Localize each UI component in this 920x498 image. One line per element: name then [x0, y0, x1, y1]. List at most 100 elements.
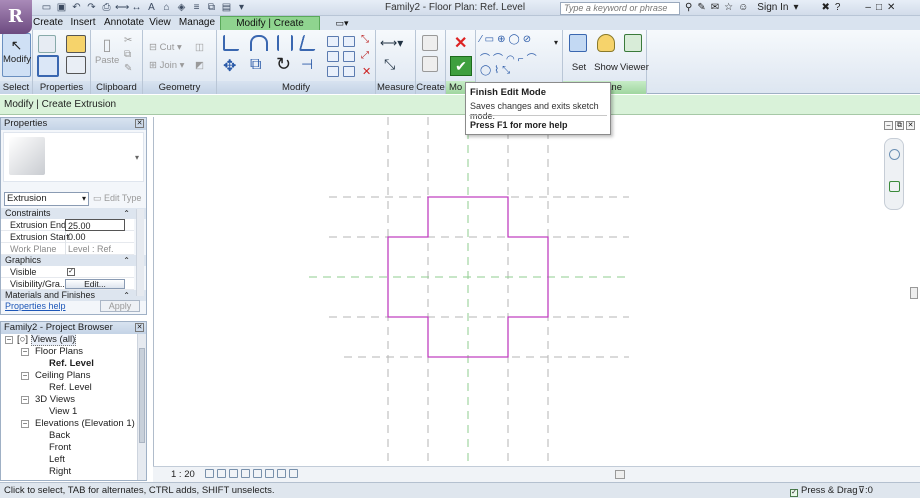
help-icon[interactable]: ?	[835, 1, 841, 14]
qat-dropdown-icon[interactable]: ▾	[235, 2, 248, 14]
tree-node-left[interactable]: Left	[49, 454, 65, 466]
array-icon[interactable]	[327, 51, 339, 62]
chevron-down-icon[interactable]: ▾	[135, 153, 139, 162]
tree-node-ref-level[interactable]: Ref. Level	[49, 358, 94, 370]
apply-button[interactable]: Apply	[100, 300, 140, 312]
rotate-icon[interactable]: ↻	[276, 54, 291, 75]
tree-node-elevations[interactable]: Elevations (Elevation 1)	[35, 418, 135, 430]
create-similar-icon[interactable]	[422, 35, 438, 51]
scroll-thumb[interactable]	[910, 287, 918, 299]
tree-node-ceiling-ref-level[interactable]: Ref. Level	[49, 382, 92, 394]
tab-modify-create-extrusion[interactable]: Modify | Create Extrusion	[220, 16, 320, 43]
draw-arc-icons-row2[interactable]: ⌒⌒◠⌐⌒	[480, 50, 540, 65]
tree-node-front[interactable]: Front	[49, 442, 71, 454]
scale-icon[interactable]	[343, 51, 355, 62]
extrusion-end-input[interactable]: 25.00	[65, 219, 125, 231]
dimension-icon[interactable]: ↔	[130, 2, 143, 14]
view-scale[interactable]: 1 : 20	[171, 467, 195, 482]
set-work-plane-button[interactable]: Set	[567, 34, 591, 73]
binoculars-icon[interactable]: ⚲	[685, 1, 692, 14]
measure-icon[interactable]: ⟷	[115, 2, 129, 14]
tree-node-ceiling-plans[interactable]: Ceiling Plans	[35, 370, 90, 382]
split-icon[interactable]	[327, 36, 339, 47]
collapse-icon[interactable]: ⌃	[123, 208, 130, 219]
measure-distance-icon[interactable]: ⟷▾	[380, 36, 403, 50]
tab-insert[interactable]: Insert	[67, 16, 99, 30]
properties-help-link[interactable]: Properties help	[5, 298, 66, 314]
draw-ellipse-icons-row3[interactable]: ◯⌇⤡	[480, 65, 513, 76]
move-icon[interactable]: ✥	[223, 56, 236, 76]
browser-scrollbar[interactable]	[137, 334, 146, 480]
family-category-icon[interactable]	[66, 35, 86, 53]
visibility-edit-button[interactable]: Edit...	[65, 279, 125, 289]
vertical-scrollbar[interactable]	[908, 129, 920, 469]
tag-icon[interactable]: A	[145, 2, 158, 14]
close-icon[interactable]: ✕	[135, 323, 144, 332]
section-icon[interactable]: ◈	[175, 2, 188, 14]
modify-button[interactable]: ↖ Modify	[2, 33, 31, 77]
favorites-icon[interactable]: ☆	[724, 1, 733, 14]
collapse-toggle[interactable]: −	[21, 396, 29, 404]
sign-in-link[interactable]: Sign In	[757, 1, 788, 14]
close-icon[interactable]: ✕	[887, 1, 895, 14]
instance-filter-select[interactable]: Extrusion ▾	[4, 192, 89, 206]
drawing-area[interactable]	[153, 117, 920, 482]
undo-icon[interactable]: ↶	[70, 2, 83, 14]
draw-line-icons-row1[interactable]: ⁄▭⊕◯⊘	[480, 34, 534, 45]
delete-icon[interactable]: ✕	[362, 65, 371, 78]
collapse-toggle[interactable]: −	[21, 348, 29, 356]
type-properties-icon[interactable]	[66, 56, 86, 74]
minimize-icon[interactable]: –	[865, 1, 871, 14]
align-icon[interactable]	[223, 35, 239, 51]
close-hidden-icon[interactable]: ⧉	[205, 2, 218, 14]
tree-node-floor-plans[interactable]: Floor Plans	[35, 346, 83, 358]
copy-icon[interactable]: ⧉	[124, 49, 131, 60]
cancel-edit-mode-button[interactable]: ✕	[454, 33, 467, 53]
save-icon[interactable]: ▣	[55, 2, 68, 14]
split-gap-icon[interactable]	[343, 36, 355, 47]
tab-manage[interactable]: Manage	[178, 16, 216, 30]
chevron-down-icon[interactable]: ▾	[793, 1, 798, 14]
viewer-button[interactable]: Viewer	[620, 34, 649, 73]
thin-lines-icon[interactable]: ≡	[190, 2, 203, 14]
offset-icon[interactable]	[250, 35, 268, 51]
horizontal-scrollbar[interactable]	[343, 470, 903, 479]
tab-extra-dropdown[interactable]: ▭▾	[332, 16, 352, 30]
open-icon[interactable]: ▭	[40, 2, 53, 14]
finish-edit-mode-button[interactable]: ✔	[450, 56, 472, 76]
steering-wheel-icon[interactable]	[889, 149, 900, 160]
paste-button[interactable]: ▯ Paste	[95, 33, 119, 77]
scroll-thumb[interactable]	[139, 348, 145, 443]
properties-button[interactable]	[37, 55, 59, 77]
cut-geometry-button[interactable]: ⊟ Cut ▾	[149, 42, 182, 53]
tab-annotate[interactable]: Annotate	[104, 16, 144, 30]
exchange-icon[interactable]: ✖	[821, 1, 829, 14]
properties-scrollbar[interactable]	[136, 209, 144, 296]
tree-node-3d-views[interactable]: 3D Views	[35, 394, 75, 406]
visual-style-icon[interactable]	[217, 469, 226, 478]
extrusion-start-input[interactable]: 0.00	[65, 231, 125, 243]
mirror-axis-icon[interactable]	[277, 35, 293, 51]
trim-icon[interactable]: ⊣	[301, 56, 313, 73]
application-menu-button[interactable]: R	[0, 0, 32, 34]
temporary-hide-icon[interactable]	[277, 469, 286, 478]
mirror-draw-icon[interactable]	[298, 35, 320, 51]
type-selector-preview[interactable]: ▾	[3, 132, 144, 182]
print-icon[interactable]: ⎙	[100, 2, 113, 14]
restore-icon[interactable]: ⧉	[895, 121, 904, 130]
tab-view[interactable]: View	[148, 16, 172, 30]
tree-node-back[interactable]: Back	[49, 430, 70, 442]
dimension-aligned-icon[interactable]: ⤡	[384, 56, 395, 73]
press-drag-toggle[interactable]: ✓ Press & Drag	[790, 483, 858, 498]
draw-dropdown-icon[interactable]: ▾	[554, 38, 558, 47]
crop-view-icon[interactable]	[253, 469, 262, 478]
tree-node-right[interactable]: Right	[49, 466, 71, 478]
match-properties-icon[interactable]: ✎	[124, 63, 132, 74]
collapse-toggle[interactable]: −	[5, 336, 13, 344]
tab-create[interactable]: Create	[33, 16, 63, 30]
switch-windows-icon[interactable]: ▤	[220, 2, 233, 14]
redo-icon[interactable]: ↷	[85, 2, 98, 14]
floor-plan-canvas[interactable]	[154, 117, 920, 466]
show-crop-icon[interactable]	[265, 469, 274, 478]
search-input[interactable]: Type a keyword or phrase	[560, 2, 680, 15]
